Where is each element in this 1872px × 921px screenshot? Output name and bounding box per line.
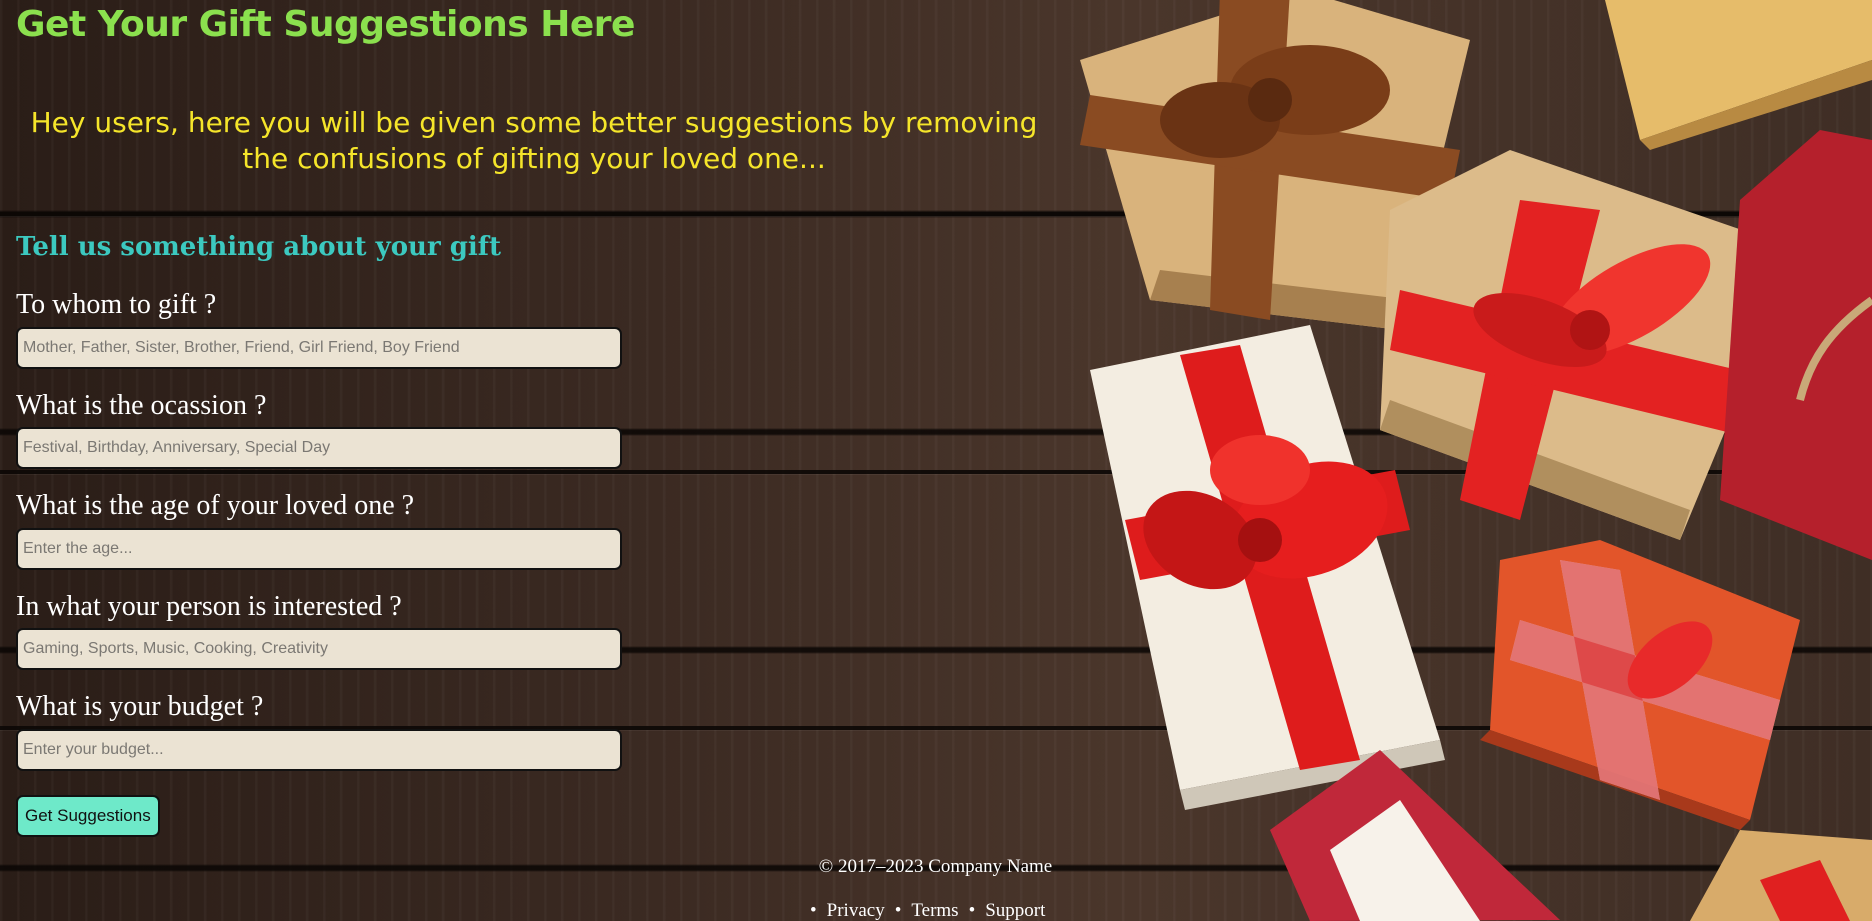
- age-label: What is the age of your loved one ?: [16, 490, 415, 521]
- get-suggestions-button[interactable]: Get Suggestions: [16, 795, 160, 837]
- footer-links: • Privacy • Terms • Support: [800, 900, 1045, 921]
- recipient-label: To whom to gift ?: [16, 289, 217, 320]
- intro-text: Hey users, here you will be given some b…: [30, 106, 1038, 175]
- gift-box-dark-red: [1720, 130, 1872, 560]
- terms-link[interactable]: Terms: [911, 900, 958, 921]
- gift-boxes-illustration: [1040, 0, 1872, 921]
- age-input[interactable]: [16, 528, 622, 570]
- occasion-label: What is the ocassion ?: [16, 390, 267, 421]
- interests-input[interactable]: [16, 628, 622, 670]
- gift-box-orange-dotted: [1480, 540, 1800, 830]
- footer: © 2017–2023 Company Name: [0, 856, 1872, 878]
- privacy-link[interactable]: Privacy: [827, 900, 885, 921]
- bullet-separator: •: [968, 900, 976, 921]
- page-title: Get Your Gift Suggestions Here: [16, 4, 635, 45]
- budget-label: What is your budget ?: [16, 691, 264, 722]
- gift-box-yellow: [1605, 0, 1872, 150]
- bullet-separator: •: [894, 900, 902, 921]
- copyright-text: © 2017–2023 Company Name: [818, 856, 1053, 877]
- budget-input[interactable]: [16, 729, 622, 771]
- form-heading: Tell us something about your gift: [16, 232, 501, 262]
- interests-label: In what your person is interested ?: [16, 591, 402, 622]
- support-link[interactable]: Support: [985, 900, 1045, 921]
- occasion-input[interactable]: [16, 427, 622, 469]
- bullet-separator: •: [810, 900, 817, 921]
- recipient-input[interactable]: [16, 327, 622, 369]
